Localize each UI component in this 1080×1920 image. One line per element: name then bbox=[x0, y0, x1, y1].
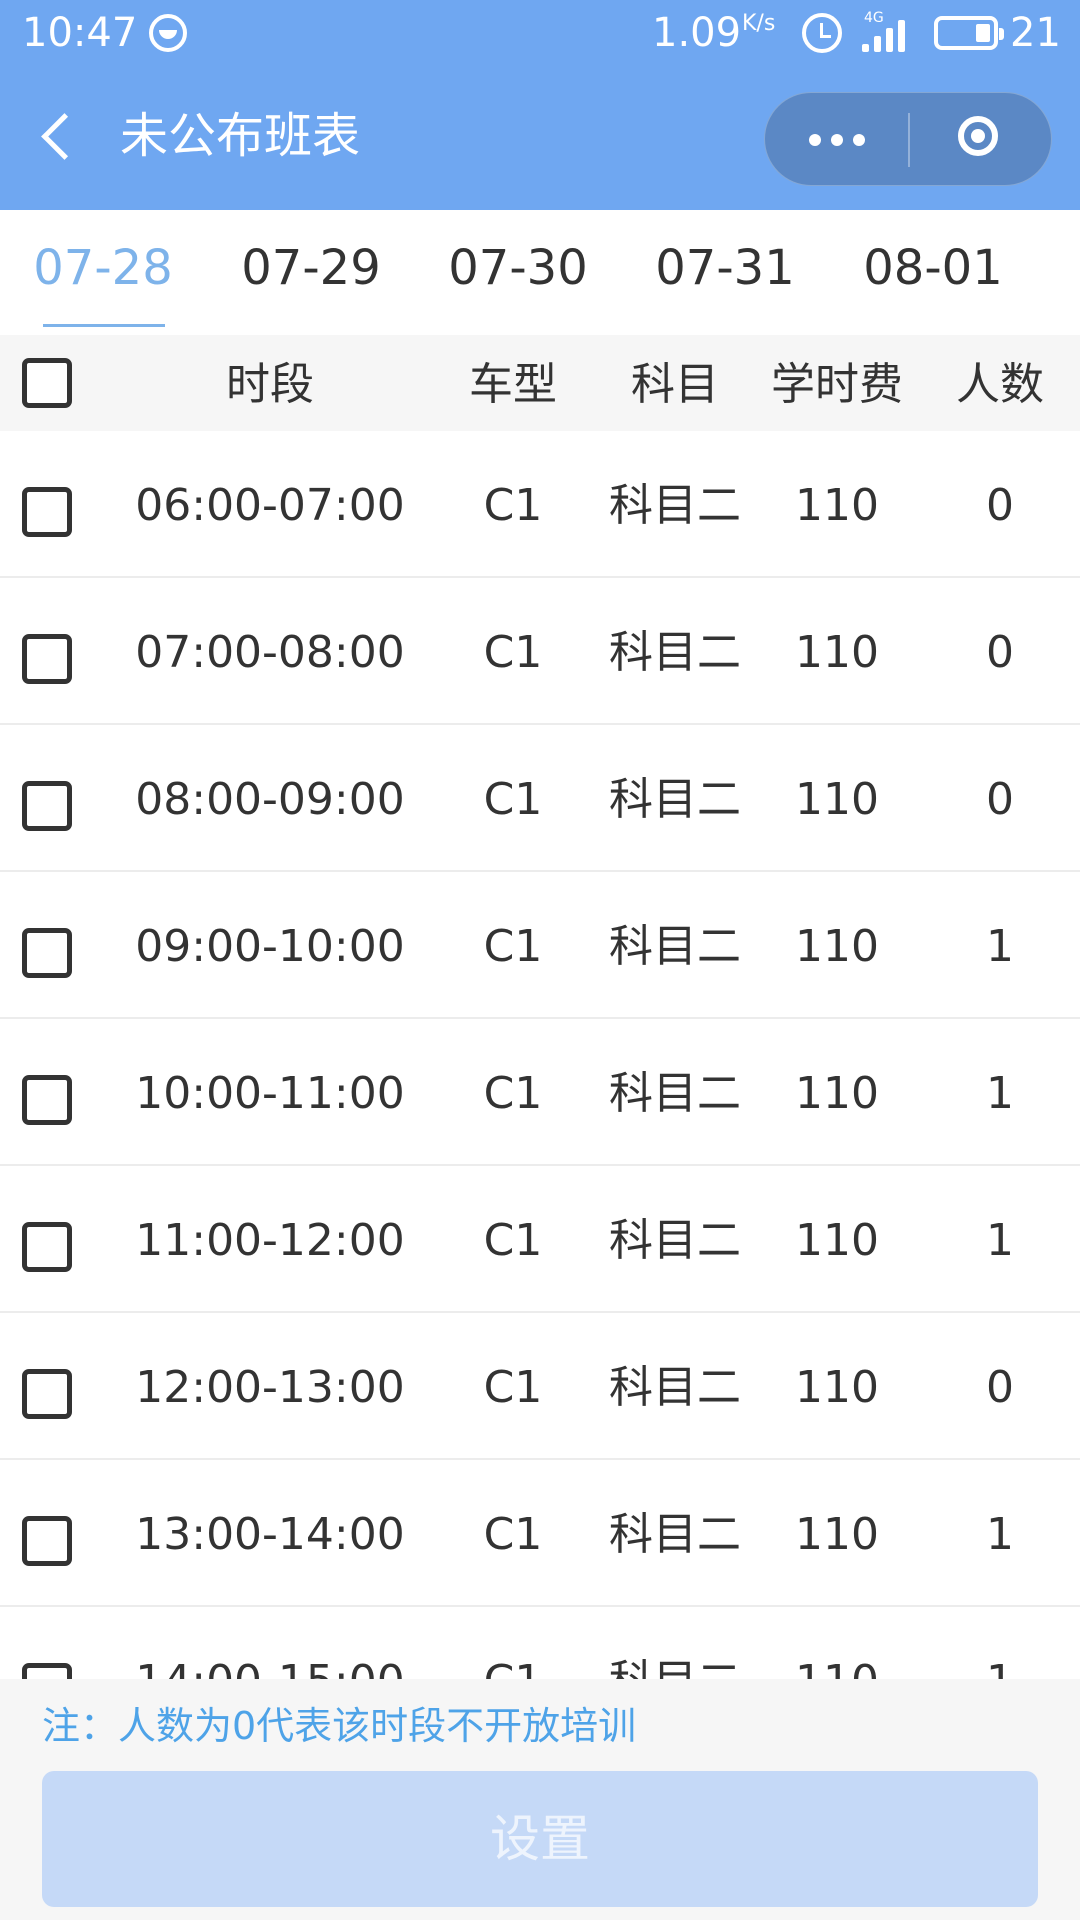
header-fee: 学时费 bbox=[771, 359, 903, 410]
tab-date[interactable]: 07-31 bbox=[650, 230, 800, 320]
row-fee: 110 bbox=[795, 480, 879, 531]
row-count: 0 bbox=[986, 1362, 1014, 1413]
table-row[interactable]: 06:00-07:00 C1 科目二 110 0 bbox=[0, 431, 1080, 578]
status-bar: 10:47 1.09 K/s 4G 21 bbox=[0, 0, 1080, 66]
more-icon[interactable] bbox=[765, 93, 908, 187]
row-fee: 110 bbox=[760, 1653, 914, 1679]
footer: 注：人数为0代表该时段不开放培训 设置 bbox=[0, 1679, 1080, 1920]
row-checkbox[interactable] bbox=[22, 1663, 72, 1679]
table-row[interactable]: 12:00-13:00 C1 科目二 110 0 bbox=[0, 1313, 1080, 1460]
header-time: 时段 bbox=[226, 359, 314, 410]
row-checkbox[interactable] bbox=[22, 1075, 72, 1125]
row-subject: 科目二 bbox=[609, 1068, 741, 1119]
row-subject: 科目二 bbox=[609, 774, 741, 825]
row-count: 0 bbox=[986, 627, 1014, 678]
table-row[interactable]: 10:00-11:00 C1 科目二 110 1 bbox=[0, 1019, 1080, 1166]
row-fee: 110 bbox=[795, 774, 879, 825]
table-row[interactable]: 07:00-08:00 C1 科目二 110 0 bbox=[0, 578, 1080, 725]
menu-capsule bbox=[764, 92, 1052, 186]
tab-date[interactable]: 07-28 bbox=[28, 230, 178, 327]
row-car-type: C1 bbox=[460, 1653, 566, 1679]
tab-date[interactable]: 07-30 bbox=[443, 230, 593, 320]
table-row[interactable]: 13:00-14:00 C1 科目二 110 1 bbox=[0, 1460, 1080, 1607]
row-car-type: C1 bbox=[483, 1068, 543, 1119]
row-count: 1 bbox=[940, 1653, 1060, 1679]
row-time: 11:00-12:00 bbox=[135, 1215, 405, 1266]
row-fee: 110 bbox=[795, 627, 879, 678]
page-title: 未公布班表 bbox=[120, 108, 361, 164]
row-checkbox[interactable] bbox=[22, 1516, 72, 1566]
row-car-type: C1 bbox=[483, 1362, 543, 1413]
close-target-icon[interactable] bbox=[910, 93, 1053, 187]
row-time: 13:00-14:00 bbox=[135, 1509, 405, 1560]
header-count: 人数 bbox=[956, 359, 1044, 410]
row-fee: 110 bbox=[795, 921, 879, 972]
row-subject: 科目二 bbox=[609, 921, 741, 972]
row-checkbox[interactable] bbox=[22, 781, 72, 831]
row-fee: 110 bbox=[795, 1362, 879, 1413]
row-count: 1 bbox=[986, 1068, 1014, 1119]
select-all-checkbox[interactable] bbox=[22, 358, 72, 408]
row-subject: 科目二 bbox=[609, 1215, 741, 1266]
battery-icon bbox=[934, 16, 1004, 50]
signal-icon bbox=[862, 18, 912, 52]
table-row[interactable]: 14:00-15:00 C1 科目二 110 1 bbox=[0, 1607, 1080, 1679]
tab-date[interactable]: 07-29 bbox=[236, 230, 386, 320]
network-speed: 1.09 bbox=[652, 10, 742, 56]
row-checkbox[interactable] bbox=[22, 1369, 72, 1419]
row-count: 0 bbox=[986, 774, 1014, 825]
row-car-type: C1 bbox=[483, 1215, 543, 1266]
row-subject: 科目二 bbox=[609, 627, 741, 678]
back-arrow-icon[interactable] bbox=[30, 106, 90, 166]
note-text: 注：人数为0代表该时段不开放培训 bbox=[42, 1704, 637, 1748]
row-car-type: C1 bbox=[483, 627, 543, 678]
row-fee: 110 bbox=[795, 1215, 879, 1266]
row-checkbox[interactable] bbox=[22, 487, 72, 537]
row-fee: 110 bbox=[795, 1509, 879, 1560]
header-car-type: 车型 bbox=[469, 359, 557, 410]
notification-icon bbox=[149, 14, 187, 52]
table-row[interactable]: 09:00-10:00 C1 科目二 110 1 bbox=[0, 872, 1080, 1019]
alarm-icon bbox=[802, 13, 842, 53]
row-checkbox[interactable] bbox=[22, 634, 72, 684]
table-row[interactable]: 11:00-12:00 C1 科目二 110 1 bbox=[0, 1166, 1080, 1313]
row-fee: 110 bbox=[795, 1068, 879, 1119]
tab-date[interactable]: 08-01 bbox=[858, 230, 1008, 320]
row-subject: 科目二 bbox=[609, 1509, 741, 1560]
row-subject: 科目二 bbox=[600, 1653, 750, 1679]
row-count: 1 bbox=[986, 1509, 1014, 1560]
header-subject: 科目 bbox=[631, 359, 719, 410]
navigation-bar: 未公布班表 bbox=[0, 66, 1080, 210]
row-time: 07:00-08:00 bbox=[135, 627, 405, 678]
row-time: 08:00-09:00 bbox=[135, 774, 405, 825]
row-subject: 科目二 bbox=[609, 480, 741, 531]
table-row[interactable]: 08:00-09:00 C1 科目二 110 0 bbox=[0, 725, 1080, 872]
row-car-type: C1 bbox=[483, 774, 543, 825]
row-car-type: C1 bbox=[483, 1509, 543, 1560]
status-time: 10:47 bbox=[22, 10, 138, 56]
row-count: 1 bbox=[986, 921, 1014, 972]
set-button[interactable]: 设置 bbox=[42, 1771, 1038, 1907]
top-bar: 10:47 1.09 K/s 4G 21 未公布班表 bbox=[0, 0, 1080, 210]
row-time: 06:00-07:00 bbox=[135, 480, 405, 531]
battery-level: 21 bbox=[1010, 10, 1061, 56]
row-subject: 科目二 bbox=[609, 1362, 741, 1413]
table-header: 时段 车型 科目 学时费 人数 bbox=[0, 335, 1080, 431]
row-time: 14:00-15:00 bbox=[120, 1653, 420, 1679]
row-checkbox[interactable] bbox=[22, 928, 72, 978]
row-car-type: C1 bbox=[483, 921, 543, 972]
row-count: 1 bbox=[986, 1215, 1014, 1266]
schedule-list[interactable]: 06:00-07:00 C1 科目二 110 0 07:00-08:00 C1 … bbox=[0, 431, 1080, 1679]
date-tabs: 07-28 07-29 07-30 07-31 08-01 bbox=[0, 210, 1080, 335]
row-time: 09:00-10:00 bbox=[135, 921, 405, 972]
row-car-type: C1 bbox=[483, 480, 543, 531]
row-checkbox[interactable] bbox=[22, 1222, 72, 1272]
network-speed-unit: K/s bbox=[742, 11, 776, 36]
row-count: 0 bbox=[986, 480, 1014, 531]
row-time: 12:00-13:00 bbox=[135, 1362, 405, 1413]
row-time: 10:00-11:00 bbox=[135, 1068, 405, 1119]
